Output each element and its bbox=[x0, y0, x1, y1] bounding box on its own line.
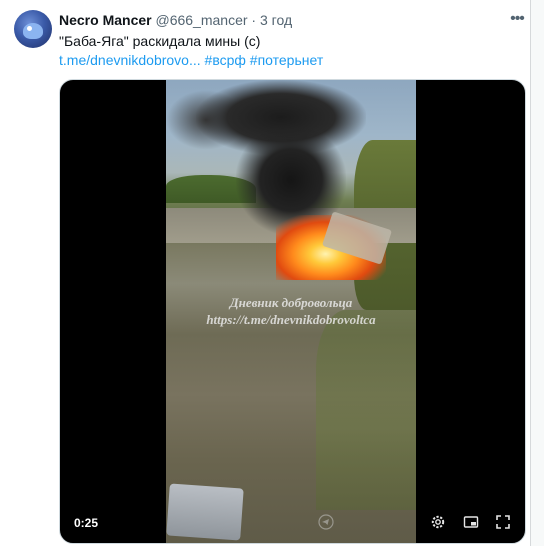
tweet-link[interactable]: t.me/dnevnikdobrovo... bbox=[59, 52, 201, 68]
author-handle[interactable]: @666_mancer bbox=[155, 12, 247, 28]
grass bbox=[316, 310, 416, 510]
tweet-time[interactable]: 3 год bbox=[260, 12, 292, 28]
foreground-object bbox=[166, 483, 244, 541]
tweet-links: t.me/dnevnikdobrovo... #всрф #потерьнет bbox=[59, 51, 323, 69]
avatar-figure bbox=[23, 23, 43, 39]
avatar[interactable] bbox=[14, 10, 52, 48]
avatar-eye bbox=[27, 26, 32, 31]
header-separator: · bbox=[251, 12, 257, 28]
watermark-title: Дневник добровольца bbox=[229, 295, 353, 310]
video-player[interactable]: Дневник добровольца https://t.me/dnevnik… bbox=[59, 79, 526, 544]
hashtag-vsrf[interactable]: #всрф bbox=[205, 52, 246, 68]
tweet-header: Necro Mancer @666_mancer · 3 год bbox=[59, 11, 292, 29]
video-timestamp: 0:25 bbox=[74, 516, 99, 530]
tweet-card[interactable]: Necro Mancer @666_mancer · 3 год ••• "Ба… bbox=[0, 0, 531, 546]
video-watermark: Дневник добровольца https://t.me/dnevnik… bbox=[166, 294, 416, 328]
hashtag-poterjnet[interactable]: #потерьнет bbox=[250, 52, 323, 68]
tweet-text: "Баба-Яга" раскидала мины (с) bbox=[59, 33, 261, 49]
telegram-watermark-icon bbox=[317, 514, 335, 532]
watermark-url: https://t.me/dnevnikdobrovoltca bbox=[206, 312, 376, 327]
picture-in-picture-icon[interactable] bbox=[462, 514, 480, 532]
author-name[interactable]: Necro Mancer bbox=[59, 12, 152, 28]
more-horizontal-icon[interactable]: ••• bbox=[508, 10, 526, 28]
fullscreen-icon[interactable] bbox=[494, 514, 512, 532]
gear-icon[interactable] bbox=[429, 514, 447, 532]
